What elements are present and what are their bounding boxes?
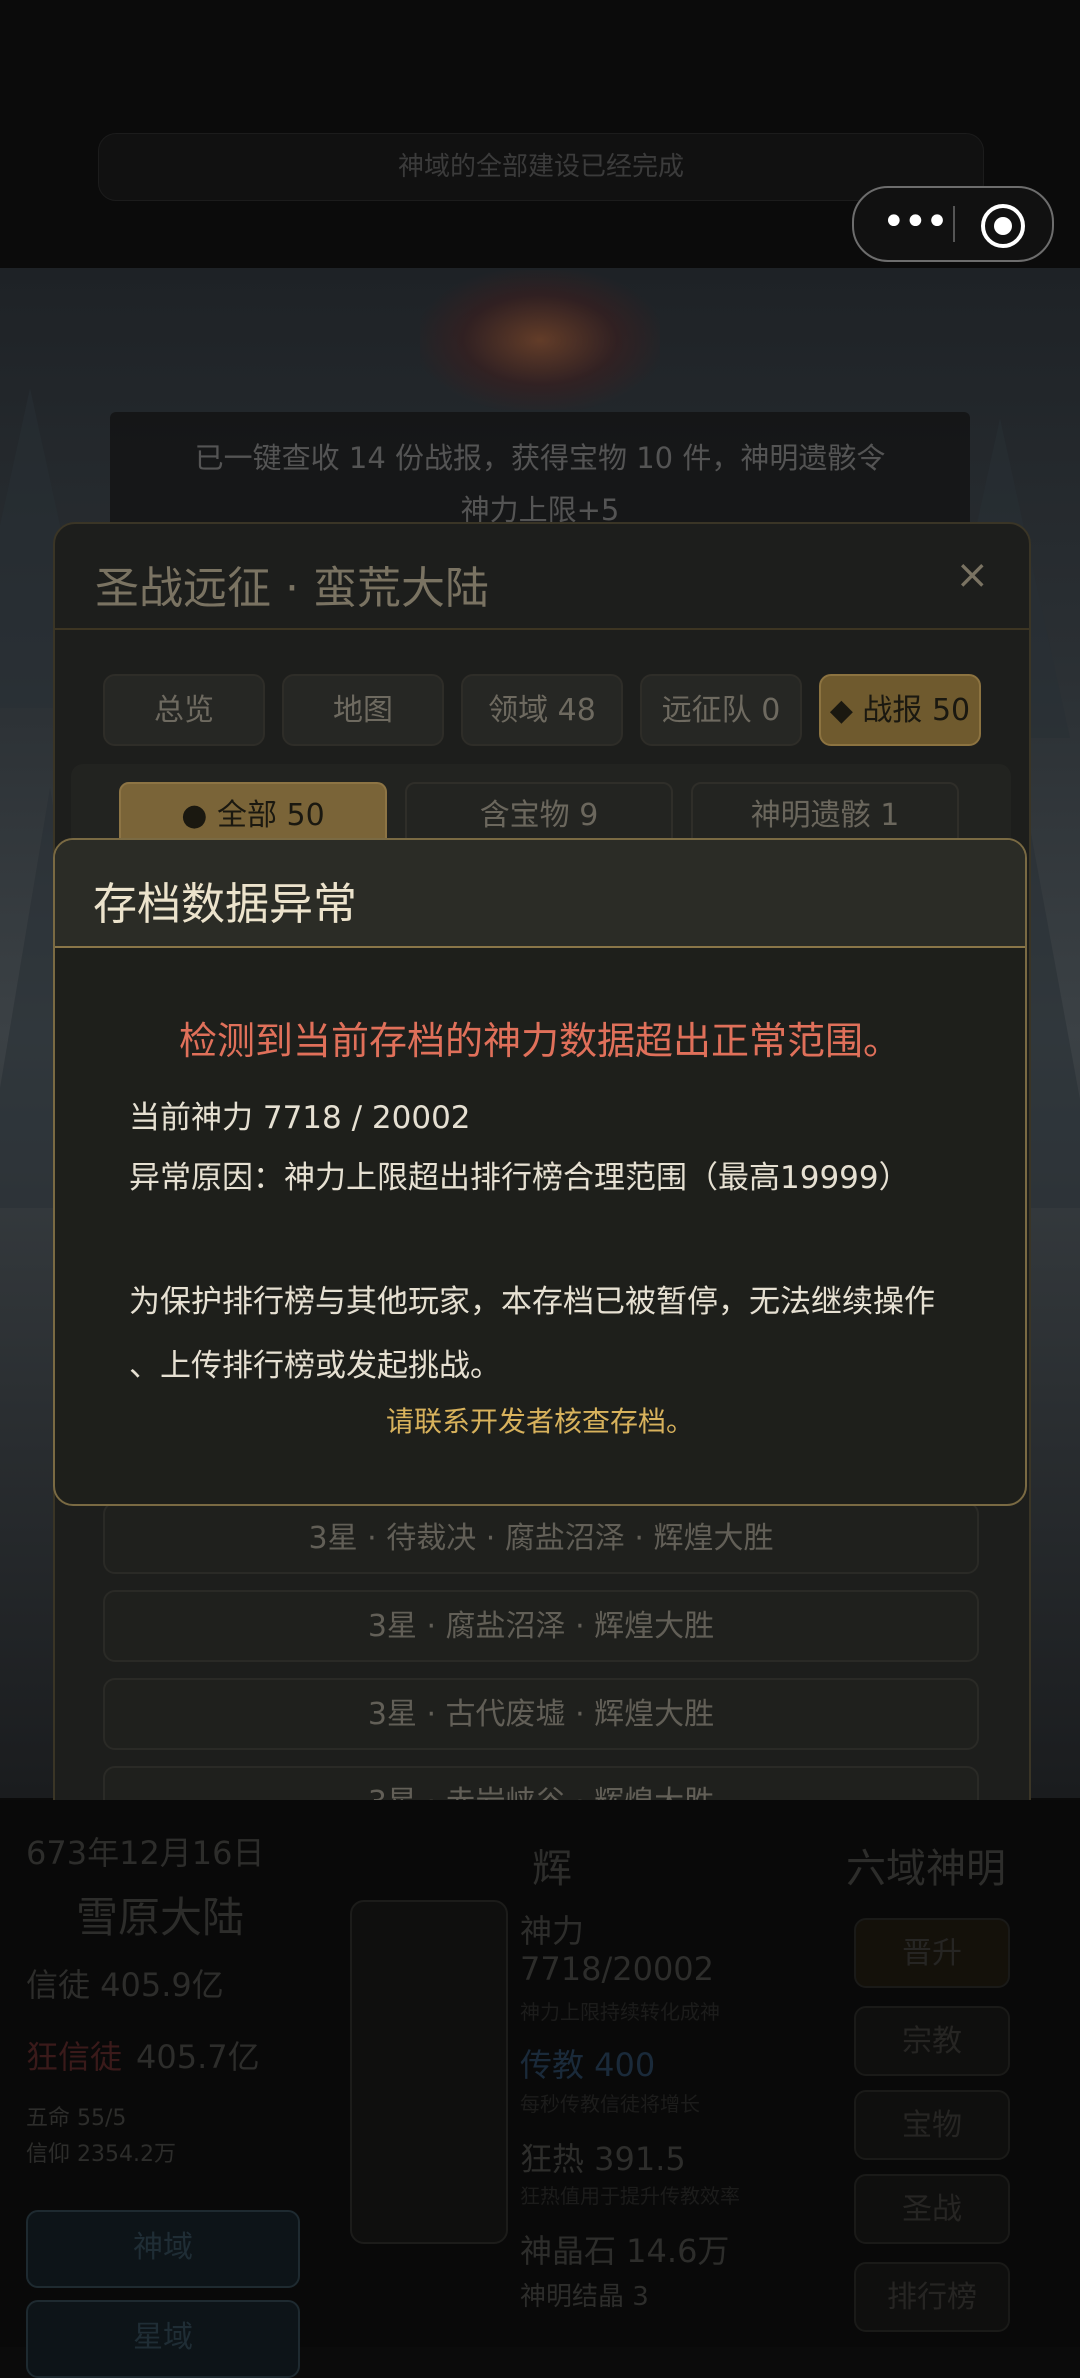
toast-message: 已一键查收 14 份战报，获得宝物 10 件，神明遗骸令 神力上限+5 — [110, 412, 970, 532]
power-sub: 神力上限持续转化成神 — [520, 2000, 720, 2024]
toast-line1: 已一键查收 14 份战报，获得宝物 10 件，神明遗骸令 — [194, 441, 886, 475]
date-text: 673年12月16日 — [26, 1834, 265, 1872]
deity-figure — [420, 270, 660, 410]
six-gods-title: 六域神明 — [846, 1846, 1006, 1892]
close-icon[interactable]: × — [955, 552, 989, 598]
star-domain-button[interactable]: 星域 — [26, 2300, 300, 2378]
crystal2-text: 神明结晶 3 — [520, 2282, 649, 2312]
preach-sub: 每秒传教信徒将增长 — [520, 2092, 700, 2116]
fanatics-label: 狂信徒 — [26, 2038, 123, 2076]
preach-text: 传教 400 — [520, 2046, 656, 2084]
dialog-title: 存档数据异常 — [93, 879, 357, 930]
domain-button[interactable]: 神域 — [26, 2210, 300, 2288]
tab-reports[interactable]: ◆ 战报 50 — [819, 674, 981, 746]
power-label: 神力 — [520, 1912, 585, 1950]
promote-button[interactable]: 晋升 — [854, 1918, 1010, 1988]
top-notice: 神域的全部建设已经完成 — [98, 133, 984, 201]
power-value: 7718/20002 — [520, 1950, 715, 1988]
save-anomaly-dialog: 存档数据异常 检测到当前存档的神力数据超出正常范围。 当前神力 7718 / 2… — [53, 838, 1027, 1506]
report-item[interactable]: 3星 · 腐盐沼泽 · 辉煌大胜 — [103, 1590, 979, 1662]
mini-program-capsule: ••• — [852, 186, 1054, 262]
dialog-warning: 检测到当前存档的神力数据超出正常范围。 — [178, 1019, 901, 1063]
crystal-text: 神晶石 14.6万 — [520, 2232, 730, 2270]
tab-domain[interactable]: 领域 48 — [461, 674, 623, 746]
believers-text: 信徒 405.9亿 — [26, 1966, 224, 2004]
deity-name: 辉 — [532, 1846, 572, 1892]
current-power-text: 当前神力 7718 / 20002 — [129, 1100, 471, 1136]
panel-header: 圣战远征 · 蛮荒大陆 × — [55, 524, 1029, 630]
leaderboard-button[interactable]: 排行榜 — [854, 2262, 1010, 2332]
report-item[interactable]: 3星 · 待裁决 · 腐盐沼泽 · 辉煌大胜 — [103, 1502, 979, 1574]
tab-map[interactable]: 地图 — [282, 674, 444, 746]
small-stat-2: 信仰 2354.2万 — [26, 2142, 176, 2167]
small-stat-1: 五命 55/5 — [26, 2106, 127, 2131]
tab-overview[interactable]: 总览 — [103, 674, 265, 746]
panel-tabs: 总览 地图 领域 48 远征队 0 ◆ 战报 50 — [103, 674, 983, 748]
notice-line-1: 为保护排行榜与其他玩家，本存档已被暂停，无法继续操作 — [129, 1284, 935, 1320]
deity-portrait — [350, 1900, 508, 2244]
dialog-header: 存档数据异常 — [55, 840, 1025, 948]
panel-title: 圣战远征 · 蛮荒大陆 — [95, 563, 489, 614]
target-close-icon[interactable] — [981, 204, 1025, 248]
zeal-text: 狂热 391.5 — [520, 2140, 686, 2178]
fanatics-value: 405.7亿 — [136, 2038, 260, 2076]
bottom-status: 673年12月16日 雪原大陆 信徒 405.9亿 狂信徒 405.7亿 五命 … — [0, 1800, 1080, 2378]
anomaly-reason-text: 异常原因：神力上限超出排行榜合理范围（最高19999） — [129, 1160, 910, 1196]
religion-button[interactable]: 宗教 — [854, 2006, 1010, 2076]
capsule-divider — [953, 206, 955, 242]
zeal-sub: 狂热值用于提升传教效率 — [520, 2184, 740, 2208]
treasure-button[interactable]: 宝物 — [854, 2090, 1010, 2160]
notice-line-2: 、上传排行榜或发起挑战。 — [129, 1348, 501, 1384]
contact-developer-text: 请联系开发者核查存档。 — [385, 1405, 694, 1438]
report-item[interactable]: 3星 · 古代废墟 · 辉煌大胜 — [103, 1678, 979, 1750]
continent-name: 雪原大陆 — [76, 1893, 245, 1942]
more-dots-icon[interactable]: ••• — [882, 188, 949, 260]
tab-expedition[interactable]: 远征队 0 — [640, 674, 802, 746]
crusade-button[interactable]: 圣战 — [854, 2174, 1010, 2244]
